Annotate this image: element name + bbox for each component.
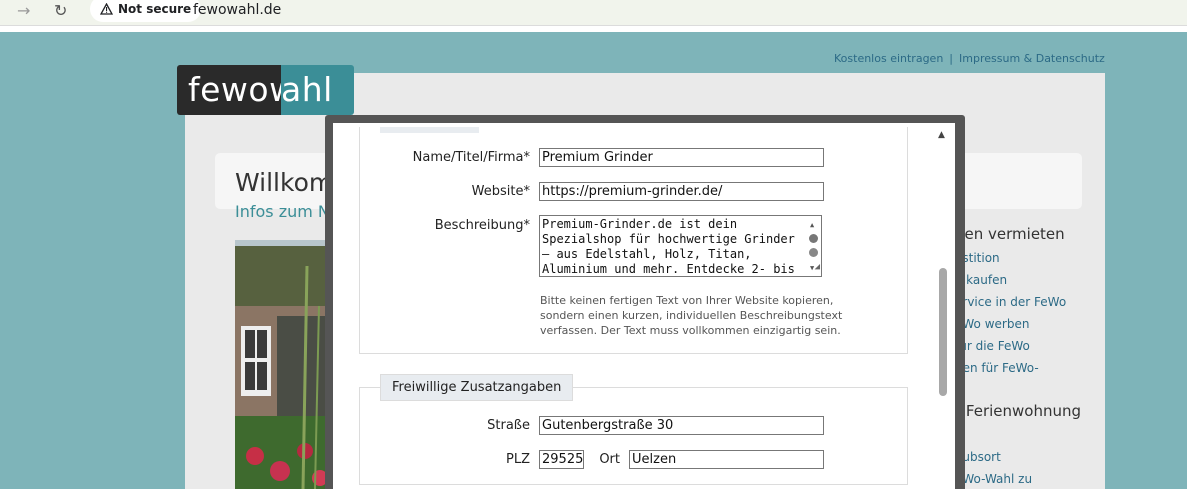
website-field[interactable]: https://premium-grinder.de/ xyxy=(539,182,824,201)
address-bar-url[interactable]: fewowahl.de xyxy=(193,2,281,18)
link-kostenlos-eintragen[interactable]: Kostenlos eintragen xyxy=(834,52,943,65)
warning-icon xyxy=(100,3,113,15)
logo-part-dark: fewow xyxy=(177,65,296,115)
site-logo[interactable]: fewow ahl xyxy=(177,65,354,115)
website-label: Website* xyxy=(471,184,530,199)
street-field[interactable]: Gutenbergstraße 30 xyxy=(539,416,824,435)
scroll-up-arrow-icon[interactable]: ▲ xyxy=(810,218,814,233)
browser-toolbar: → ↻ Not secure fewowahl.de xyxy=(0,0,1187,26)
infos-subheading: Infos zum N xyxy=(235,202,330,221)
modal-scroll-up-icon[interactable]: ▲ xyxy=(938,130,945,140)
description-text: Premium-Grinder.de ist dein Spezialshop … xyxy=(542,217,795,276)
zip-field[interactable]: 29525 xyxy=(539,450,584,469)
link-impressum[interactable]: Impressum & Datenschutz xyxy=(959,52,1105,65)
sidebar-link[interactable]: eWo werben xyxy=(955,317,1029,331)
modal-scrollbar-thumb[interactable] xyxy=(939,268,947,396)
name-field[interactable]: Premium Grinder xyxy=(539,148,824,167)
sidebar-link[interactable]: ervice in der FeWo xyxy=(955,295,1066,309)
description-label: Beschreibung* xyxy=(434,218,530,233)
scroll-track-dot xyxy=(809,248,818,257)
sidebar-heading-ferienwohnung: r Ferienwohnung xyxy=(955,402,1082,420)
optional-fieldset xyxy=(359,387,908,485)
link-separator: | xyxy=(949,52,954,65)
sidebar-link[interactable]: für die FeWo xyxy=(955,339,1030,353)
security-chip[interactable]: Not secure xyxy=(90,0,202,22)
zip-label: PLZ xyxy=(506,452,530,467)
city-field[interactable]: Uelzen xyxy=(629,450,824,469)
sidebar-heading-vermieten: gen vermieten xyxy=(955,225,1065,243)
sidebar-link[interactable]: nen für FeWo- xyxy=(955,361,1039,375)
description-textarea[interactable]: Premium-Grinder.de ist dein Spezialshop … xyxy=(539,215,822,277)
security-label: Not secure xyxy=(118,2,192,16)
back-arrow-icon[interactable]: → xyxy=(17,1,30,20)
city-label: Ort xyxy=(599,452,620,467)
description-hint: Bitte keinen fertigen Text von Ihrer Web… xyxy=(540,294,843,337)
street-label: Straße xyxy=(487,418,530,433)
optional-legend: Freiwillige Zusatzangaben xyxy=(380,374,574,401)
sidebar-link[interactable]: eWo-Wahl zu xyxy=(955,472,1032,486)
resize-handle-icon[interactable]: ◢ xyxy=(815,260,820,275)
welcome-heading: Willkom xyxy=(235,168,334,197)
top-links: Kostenlos eintragen | Impressum & Datens… xyxy=(834,52,1105,65)
name-label: Name/Titel/Firma* xyxy=(412,150,530,165)
reload-icon[interactable]: ↻ xyxy=(54,1,67,20)
logo-part-teal: ahl xyxy=(281,65,354,115)
scroll-down-arrow-icon[interactable]: ▼ xyxy=(810,261,814,276)
scroll-thumb[interactable] xyxy=(809,234,818,243)
house-photo xyxy=(235,246,330,489)
